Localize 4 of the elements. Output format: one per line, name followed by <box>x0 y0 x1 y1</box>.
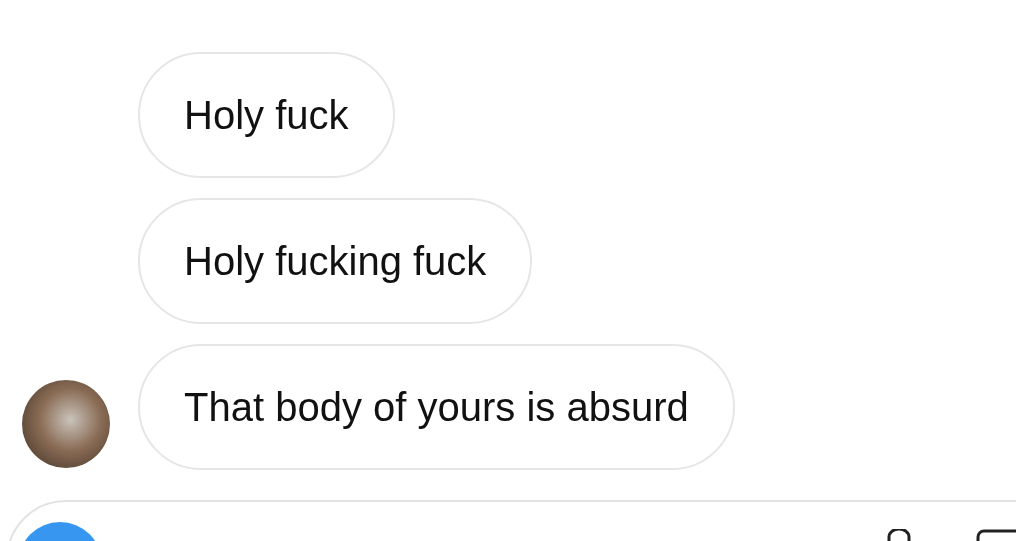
message-bubble: That body of yours is absurd <box>138 344 735 470</box>
message-bubble: Holy fuck <box>138 52 395 178</box>
message-bubble: Holy fucking fuck <box>138 198 533 324</box>
microphone-icon[interactable] <box>886 529 912 541</box>
